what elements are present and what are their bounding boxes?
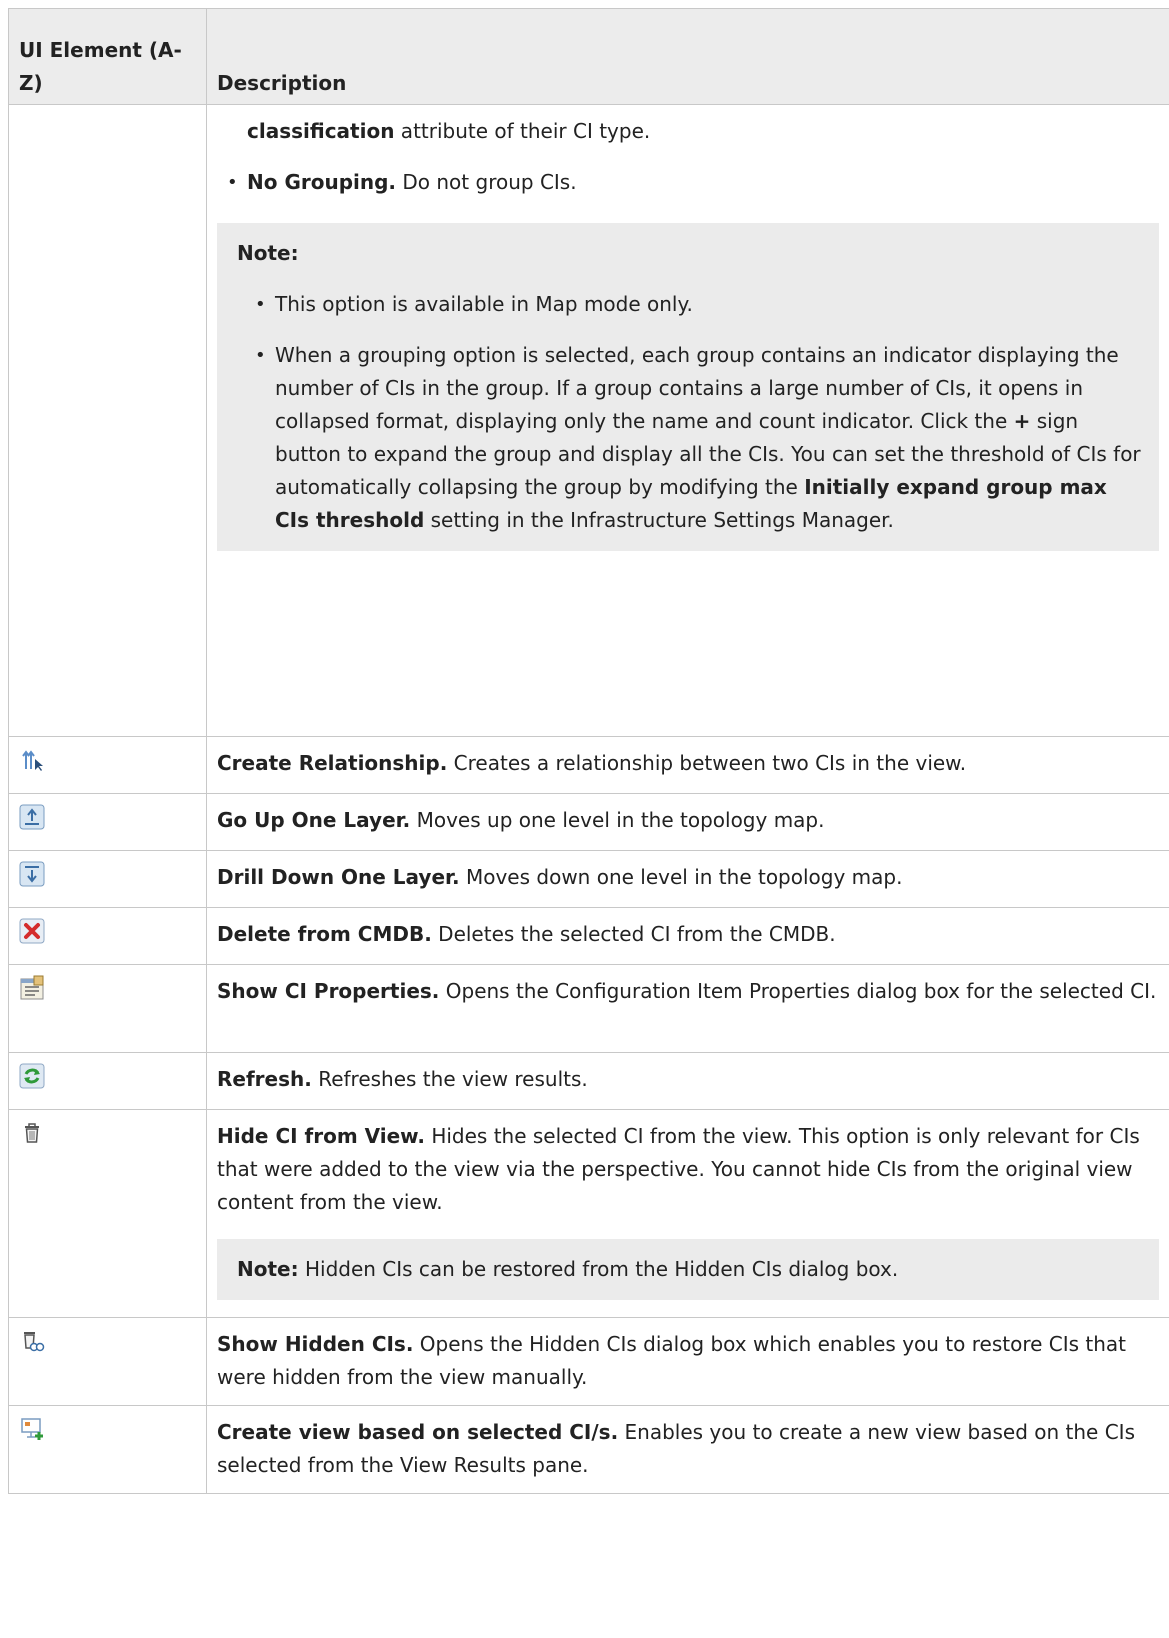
description-cell: Go Up One Layer. Moves up one level in t… xyxy=(206,793,1169,851)
header-description: Description xyxy=(206,8,1169,105)
description-cell: Refresh. Refreshes the view results. xyxy=(206,1052,1169,1110)
icon-cell-empty xyxy=(8,104,207,737)
description-cell: Create view based on selected CI/s. Enab… xyxy=(206,1405,1169,1494)
note-label: Note: xyxy=(237,241,299,265)
note-item: When a grouping option is selected, each… xyxy=(237,339,1141,537)
description-cell: Show Hidden CIs. Opens the Hidden CIs di… xyxy=(206,1317,1169,1406)
delete-icon xyxy=(19,918,45,944)
trash-icon xyxy=(25,1123,39,1143)
icon-cell xyxy=(8,964,207,1053)
table-row: Go Up One Layer. Moves up one level in t… xyxy=(8,793,1169,851)
description-cell: Delete from CMDB. Deletes the selected C… xyxy=(206,907,1169,965)
header-ui-element: UI Element (A-Z) xyxy=(8,8,207,105)
icon-cell xyxy=(8,1405,207,1494)
hide-ci-text: Hide CI from View. Hides the selected CI… xyxy=(217,1124,1140,1214)
table-row: Show Hidden CIs. Opens the Hidden CIs di… xyxy=(8,1317,1169,1406)
table-row: Hide CI from View. Hides the selected CI… xyxy=(8,1109,1169,1318)
table-row: Create view based on selected CI/s. Enab… xyxy=(8,1405,1169,1494)
icon-cell xyxy=(8,793,207,851)
table-row: Create Relationship. Creates a relations… xyxy=(8,736,1169,794)
table-row: Drill Down One Layer. Moves down one lev… xyxy=(8,850,1169,908)
description-cell: classification attribute of their CI typ… xyxy=(206,104,1169,737)
icon-cell xyxy=(8,850,207,908)
table-row: Show CI Properties. Opens the Configurat… xyxy=(8,964,1169,1053)
go-up-layer-icon xyxy=(19,804,45,830)
table-row: Refresh. Refreshes the view results. xyxy=(8,1052,1169,1110)
icon-cell xyxy=(8,736,207,794)
classification-text: classification attribute of their CI typ… xyxy=(247,119,651,143)
create-view-icon xyxy=(21,1418,43,1440)
icon-cell xyxy=(8,1317,207,1406)
show-hidden-icon xyxy=(24,1332,45,1352)
properties-icon xyxy=(20,975,44,1000)
description-cell: Drill Down One Layer. Moves down one lev… xyxy=(206,850,1169,908)
icon-cell xyxy=(8,907,207,965)
no-grouping-item: No Grouping. Do not group CIs. xyxy=(217,166,1159,199)
ui-elements-table: UI Element (A-Z) Description classificat… xyxy=(8,8,1169,1494)
icon-cell xyxy=(8,1109,207,1318)
table-row: Delete from CMDB. Deletes the selected C… xyxy=(8,907,1169,965)
table-row: classification attribute of their CI typ… xyxy=(8,104,1169,737)
note-box: Note: This option is available in Map mo… xyxy=(217,223,1159,551)
description-cell: Show CI Properties. Opens the Configurat… xyxy=(206,964,1169,1053)
description-cell: Create Relationship. Creates a relations… xyxy=(206,736,1169,794)
description-cell: Hide CI from View. Hides the selected CI… xyxy=(206,1109,1169,1318)
note-box: Note: Hidden CIs can be restored from th… xyxy=(217,1239,1159,1300)
icon-cell xyxy=(8,1052,207,1110)
table-header-row: UI Element (A-Z) Description xyxy=(8,8,1169,105)
note-item: This option is available in Map mode onl… xyxy=(237,288,1141,321)
create-relationship-icon xyxy=(22,750,43,771)
drill-down-layer-icon xyxy=(19,861,45,887)
refresh-icon xyxy=(19,1063,45,1089)
